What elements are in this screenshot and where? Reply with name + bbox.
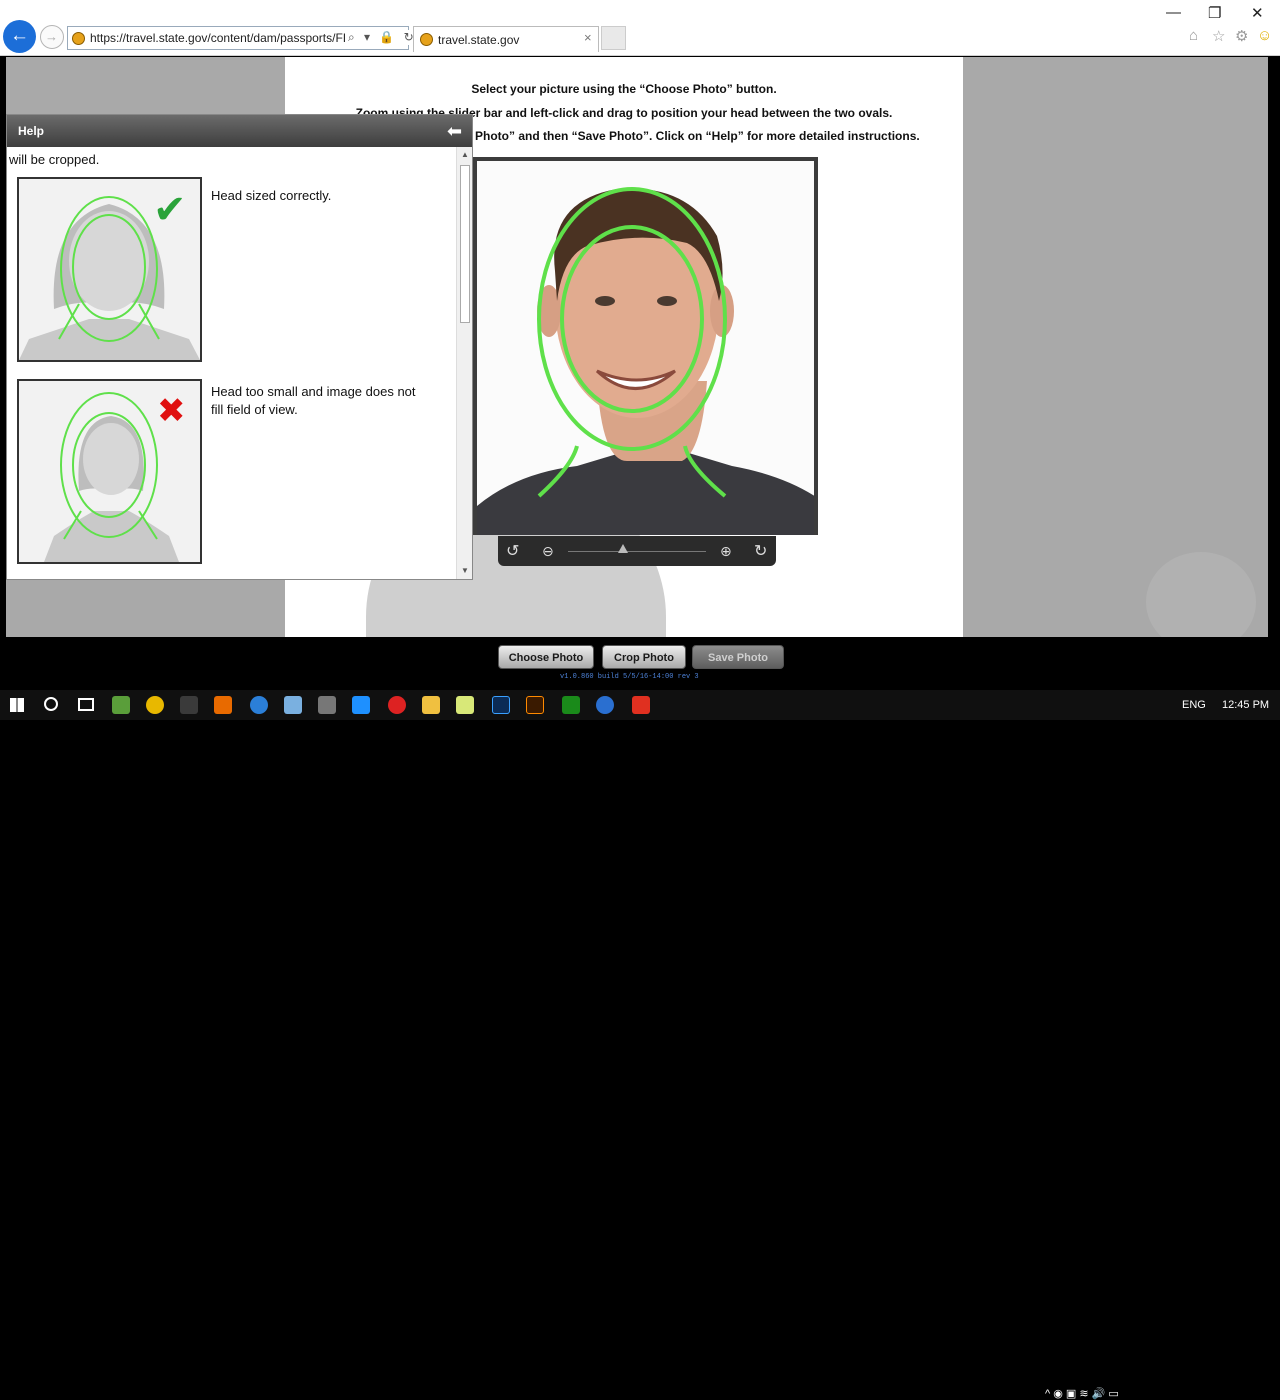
camtasia-icon[interactable] — [562, 696, 580, 714]
save-photo-button[interactable]: Save Photo — [692, 645, 784, 669]
restore-button[interactable]: ❐ — [1208, 4, 1221, 22]
file-explorer-icon[interactable] — [422, 696, 440, 714]
smiley-feedback-icon[interactable]: ☺ — [1257, 27, 1272, 44]
system-tray[interactable]: ^ ◉ ▣ ≋ 🔊 ▭ — [1045, 1387, 1119, 1400]
app-wifi-icon[interactable] — [352, 696, 370, 714]
rotate-right-icon[interactable]: ↻ — [754, 541, 767, 561]
address-bar-icons[interactable]: ⌕ ▾ 🔒 ↻ — [346, 30, 417, 45]
example-image-too-small: ✖ — [17, 379, 202, 564]
tab-title: travel.state.gov — [438, 33, 520, 47]
task-view-icon[interactable] — [78, 698, 94, 711]
zoom-in-icon[interactable]: ⊕ — [720, 543, 732, 560]
instruction-line-1: Select your picture using the “Choose Ph… — [471, 82, 777, 96]
app-folder-blue-icon[interactable] — [284, 696, 302, 714]
photo-crop-canvas[interactable] — [473, 157, 818, 535]
ie-favicon-icon — [72, 32, 85, 45]
new-tab-button[interactable] — [601, 26, 626, 50]
photo-preview — [477, 161, 814, 535]
start-windows-icon[interactable] — [10, 698, 24, 712]
zoom-slider-handle[interactable] — [618, 544, 629, 553]
app-orange-icon[interactable] — [214, 696, 232, 714]
language-indicator[interactable]: ENG — [1182, 699, 1206, 711]
app-red-icon[interactable] — [388, 696, 406, 714]
taskbar: ^ ◉ ▣ ≋ 🔊 ▭ ENG 12:45 PM — [0, 690, 1280, 1400]
help-panel: Help ⬅ will be cropped. ✔ Head sized cor… — [6, 114, 473, 580]
crop-photo-button[interactable]: Crop Photo — [602, 645, 686, 669]
favorites-star-icon[interactable]: ☆ — [1212, 27, 1225, 45]
tab-close-icon[interactable]: × — [584, 30, 592, 45]
chrome-icon[interactable] — [146, 696, 164, 714]
home-icon[interactable]: ⌂ — [1189, 27, 1198, 44]
photoshop-icon[interactable] — [492, 696, 510, 714]
app-pen-icon[interactable] — [180, 696, 198, 714]
example-image-correct: ✔ — [17, 177, 202, 362]
illustrator-icon[interactable] — [526, 696, 544, 714]
clock[interactable]: 12:45 PM — [1222, 699, 1269, 711]
rotate-left-icon[interactable]: ↺ — [506, 541, 519, 561]
state-seal-watermark — [1146, 552, 1256, 637]
help-intro-text: will be cropped. — [9, 152, 100, 167]
arrow-left-icon: ← — [10, 25, 29, 46]
example-caption-too-small: Head too small and image does not fill f… — [211, 384, 416, 417]
back-button[interactable]: ← — [3, 20, 36, 53]
help-content: will be cropped. ✔ Head sized correctly. — [7, 147, 456, 579]
red-x-icon: ✖ — [157, 392, 186, 430]
tab-favicon-icon — [420, 33, 433, 46]
scroll-down-icon[interactable]: ▼ — [458, 563, 472, 579]
gear-icon[interactable]: ⚙ — [1235, 27, 1248, 45]
close-window-button[interactable]: ✕ — [1251, 4, 1264, 22]
app-c-icon[interactable] — [632, 696, 650, 714]
browser-tab[interactable]: travel.state.gov — [413, 26, 599, 52]
help-scrollbar[interactable]: ▲ ▼ — [456, 147, 472, 579]
choose-photo-button[interactable]: Choose Photo — [498, 645, 594, 669]
search-icon[interactable] — [44, 697, 58, 711]
help-title-bar: Help — [7, 115, 472, 147]
minecraft-icon[interactable] — [112, 696, 130, 714]
build-info: v1.0.860 build 5/5/16-14:00 rev 3 — [560, 673, 699, 681]
browser-chrome: ← → https://travel.state.gov/content/dam… — [0, 0, 1280, 56]
forward-button[interactable]: → — [40, 25, 64, 49]
zoom-out-icon[interactable]: ⊖ — [542, 543, 554, 560]
scrollbar-thumb[interactable] — [460, 165, 470, 323]
help-title: Help — [18, 124, 45, 138]
checkmark-icon: ✔ — [153, 188, 187, 232]
arrow-back-icon[interactable]: ⬅ — [447, 121, 467, 141]
internet-explorer-icon[interactable] — [596, 696, 614, 714]
scroll-up-icon[interactable]: ▲ — [458, 147, 472, 163]
notepad-icon[interactable] — [456, 696, 474, 714]
arrow-right-icon: → — [45, 29, 58, 44]
app-blue-icon[interactable] — [250, 696, 268, 714]
zoom-slider-track[interactable] — [568, 544, 706, 553]
example-caption-correct: Head sized correctly. — [211, 188, 332, 203]
app-gray-icon[interactable] — [318, 696, 336, 714]
minimize-button[interactable]: — — [1166, 4, 1181, 21]
url-text: https://travel.state.gov/content/dam/pas… — [90, 31, 355, 45]
zoom-slider-bar: ↺ ⊖ ⊕ ↻ — [498, 536, 776, 566]
